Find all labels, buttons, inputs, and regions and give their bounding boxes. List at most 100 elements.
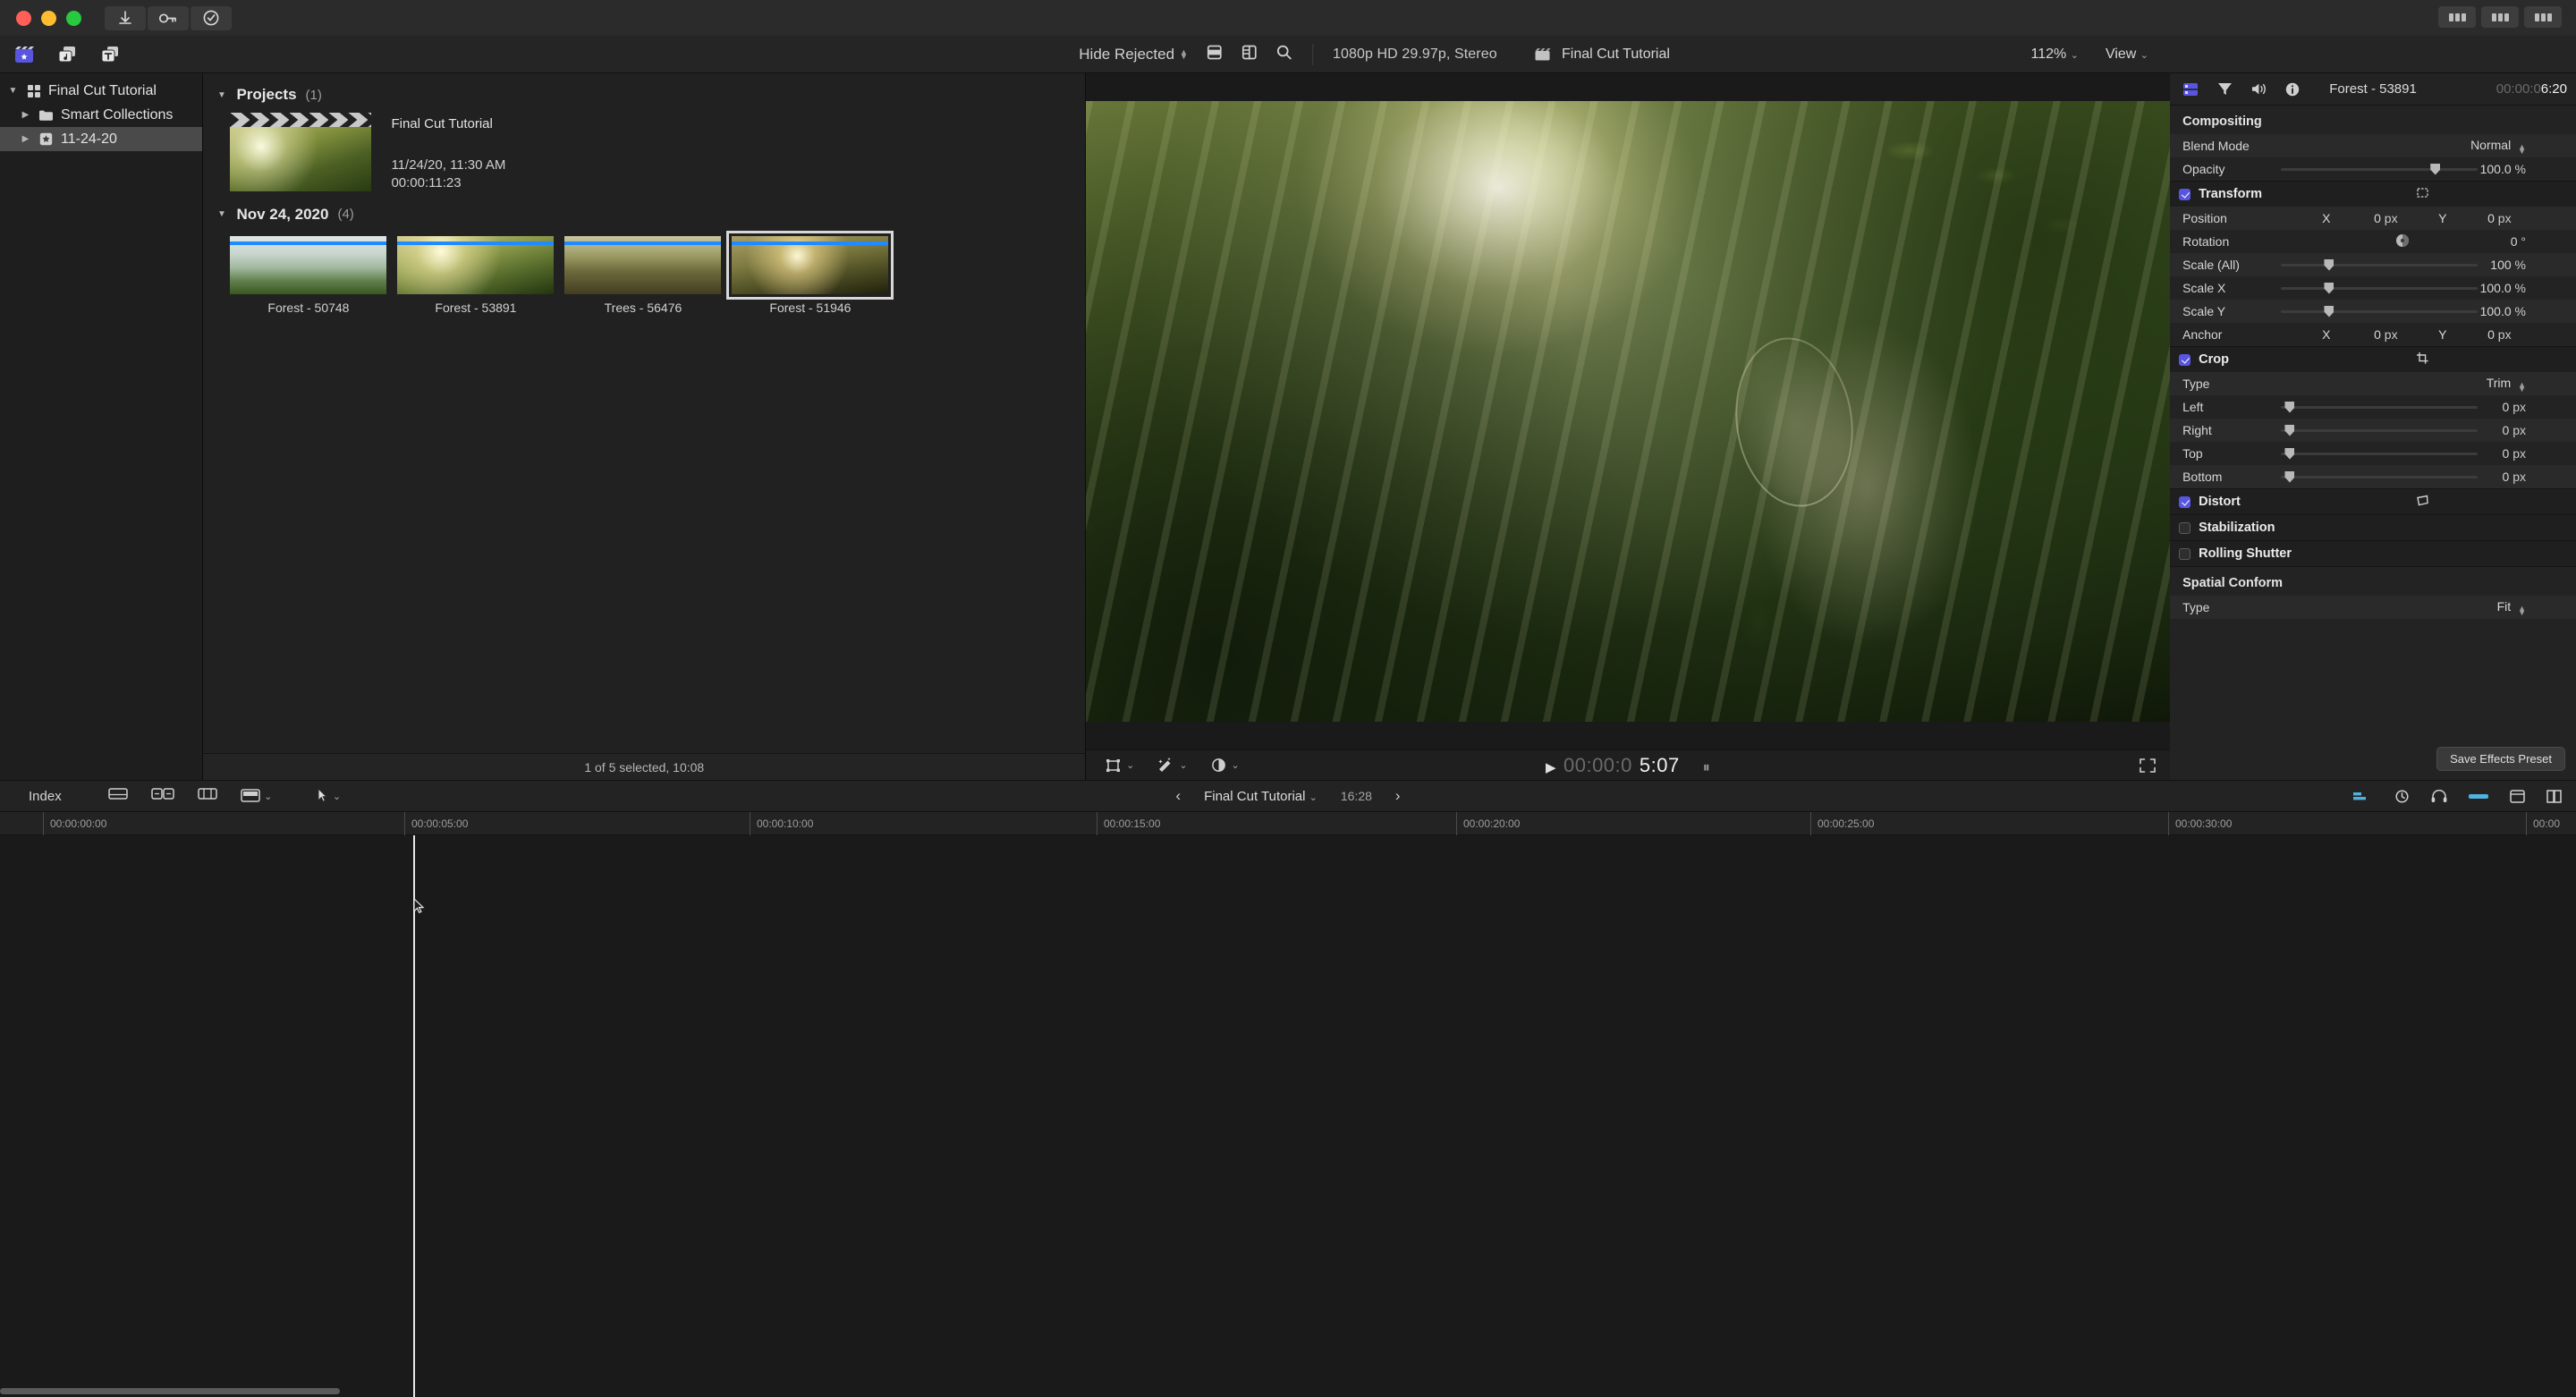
- row-value[interactable]: 100.0 %: [2480, 304, 2526, 318]
- project-thumbnail[interactable]: [230, 113, 372, 191]
- distort-checkbox[interactable]: [2179, 495, 2191, 508]
- opacity-slider[interactable]: [2281, 163, 2478, 175]
- row-crop-right[interactable]: Right 0 px: [2170, 419, 2576, 442]
- position-y-value[interactable]: 0 px: [2487, 211, 2511, 225]
- row-opacity[interactable]: Opacity 100.0 %: [2170, 157, 2576, 181]
- timeline-canvas[interactable]: Forest - 53891 Forest - 51946: [0, 835, 2576, 1397]
- clip-thumbnail[interactable]: [397, 235, 555, 294]
- anchor-x-value[interactable]: 0 px: [2374, 327, 2397, 342]
- timeline-ruler[interactable]: 00:00:00:00 00:00:05:00 00:00:10:00 00:0…: [0, 812, 2576, 835]
- crop-tool-icon[interactable]: [2416, 351, 2429, 368]
- viewer-project-title[interactable]: Final Cut Tutorial: [1534, 47, 1670, 63]
- next-project-button[interactable]: ›: [1395, 787, 1401, 805]
- row-spatial-conform-type[interactable]: Type Fit ▲ ▼: [2170, 596, 2576, 619]
- keyword-editor-button[interactable]: [148, 5, 189, 30]
- audio-inspector-icon[interactable]: [2249, 80, 2268, 98]
- timeline-project-name[interactable]: Final Cut Tutorial ⌄: [1204, 789, 1318, 804]
- row-value[interactable]: 0 px: [2503, 423, 2526, 437]
- row-value[interactable]: 0 px: [2503, 470, 2526, 484]
- row-anchor[interactable]: Anchor X 0 px Y 0 px: [2170, 323, 2576, 346]
- disclosure-triangle-icon[interactable]: [20, 110, 31, 120]
- clip-appearance-popup[interactable]: ⌄: [240, 788, 272, 804]
- disclosure-triangle-icon[interactable]: [216, 90, 227, 100]
- row-scale-y[interactable]: Scale Y 100.0 %: [2170, 300, 2576, 323]
- viewer-effects-button[interactable]: ⌄: [1157, 758, 1188, 773]
- row-crop-top[interactable]: Top 0 px: [2170, 442, 2576, 465]
- crop-top-slider[interactable]: [2281, 447, 2478, 460]
- viewer-color-button[interactable]: ⌄: [1211, 758, 1240, 773]
- headphones-icon[interactable]: [2431, 789, 2447, 803]
- stabilization-checkbox[interactable]: [2179, 521, 2191, 534]
- clip-item[interactable]: Forest - 53891: [397, 235, 555, 315]
- rotation-dial-icon[interactable]: [2395, 233, 2410, 250]
- group-header-transform[interactable]: Transform: [2170, 182, 2576, 207]
- timeline-index-button[interactable]: Index: [0, 789, 62, 804]
- row-scale-x[interactable]: Scale X 100.0 %: [2170, 276, 2576, 300]
- viewer-canvas[interactable]: [1086, 73, 2171, 749]
- playhead[interactable]: [413, 835, 415, 1397]
- filmstrip-view-button[interactable]: [1206, 44, 1223, 65]
- group-header-distort[interactable]: Distort: [2170, 489, 2576, 514]
- disclosure-triangle-icon[interactable]: [7, 86, 19, 96]
- row-position[interactable]: Position X 0 px Y 0 px: [2170, 207, 2576, 230]
- viewer-timecode[interactable]: ▶ 00:00:0 5:07 ⏸: [1546, 754, 1710, 777]
- crop-left-slider[interactable]: [2281, 401, 2478, 413]
- row-value[interactable]: Trim ▲ ▼: [2487, 376, 2526, 394]
- sidebar-item-11-24-20[interactable]: 11-24-20: [0, 127, 203, 151]
- video-inspector-icon[interactable]: [2181, 80, 2200, 98]
- project-list-item[interactable]: Final Cut Tutorial 11/24/20, 11:30 AM 00…: [203, 104, 1085, 193]
- browser-section-projects[interactable]: Projects (1): [203, 73, 1085, 104]
- browser-section-date[interactable]: Nov 24, 2020 (4): [203, 193, 1085, 224]
- row-value[interactable]: 100 %: [2490, 258, 2526, 272]
- retime-icon[interactable]: [2394, 789, 2410, 803]
- anchor-y-value[interactable]: 0 px: [2487, 327, 2511, 342]
- row-crop-type[interactable]: Type Trim ▲ ▼: [2170, 372, 2576, 395]
- row-rotation[interactable]: Rotation 0 °: [2170, 230, 2576, 253]
- sidebar-item-final-cut-tutorial[interactable]: Final Cut Tutorial: [0, 79, 202, 103]
- clip-item-selected[interactable]: Forest - 51946: [726, 230, 894, 315]
- titles-and-generators-icon[interactable]: [98, 44, 122, 65]
- row-value[interactable]: 0 px: [2503, 446, 2526, 461]
- audio-meters-icon[interactable]: [2353, 791, 2373, 802]
- clip-thumbnail[interactable]: [564, 235, 722, 294]
- zoom-window-button[interactable]: [66, 10, 81, 26]
- disclosure-triangle-icon[interactable]: [20, 134, 31, 144]
- row-value[interactable]: 100.0 %: [2480, 281, 2526, 295]
- clip-item[interactable]: Forest - 50748: [230, 235, 387, 315]
- viewer-transform-button[interactable]: ⌄: [1106, 758, 1134, 773]
- scale-x-slider[interactable]: [2281, 282, 2478, 294]
- disclosure-triangle-icon[interactable]: [216, 209, 227, 219]
- position-x-value[interactable]: 0 px: [2374, 211, 2397, 225]
- skimming-icon[interactable]: [150, 786, 174, 806]
- import-media-button[interactable]: [105, 5, 146, 30]
- row-value[interactable]: 100.0 %: [2480, 162, 2526, 176]
- search-icon[interactable]: [1275, 44, 1292, 65]
- viewer-layout-button[interactable]: [2481, 6, 2519, 28]
- info-inspector-icon[interactable]: [2215, 80, 2234, 98]
- zoom-level-popup[interactable]: 112% ⌄: [2031, 47, 2079, 63]
- group-header-crop[interactable]: Crop: [2170, 347, 2576, 372]
- transform-tool-icon[interactable]: [2416, 187, 2429, 202]
- effects-browser-icon[interactable]: [2510, 789, 2525, 803]
- transform-checkbox[interactable]: [2179, 188, 2191, 200]
- sidebar-item-smart-collections[interactable]: Smart Collections: [0, 103, 202, 127]
- row-crop-bottom[interactable]: Bottom 0 px: [2170, 465, 2576, 488]
- list-view-button[interactable]: [1241, 44, 1258, 65]
- browser-layout-button[interactable]: [2438, 6, 2476, 28]
- clip-thumbnail[interactable]: [726, 230, 894, 300]
- distort-tool-icon[interactable]: [2416, 495, 2429, 510]
- photos-and-audio-icon[interactable]: [55, 44, 79, 65]
- snapping-icon[interactable]: [197, 786, 217, 806]
- previous-project-button[interactable]: ‹: [1175, 787, 1181, 805]
- row-value[interactable]: Normal ▲ ▼: [2470, 138, 2526, 156]
- group-header-rolling-shutter[interactable]: Rolling Shutter: [2170, 541, 2576, 566]
- fullscreen-icon[interactable]: [2140, 758, 2156, 773]
- row-value[interactable]: 0 px: [2503, 400, 2526, 414]
- minimize-window-button[interactable]: [41, 10, 56, 26]
- rolling-shutter-checkbox[interactable]: [2179, 547, 2191, 560]
- scale-y-slider[interactable]: [2281, 305, 2478, 318]
- generator-info-icon[interactable]: [2283, 80, 2302, 98]
- audio-level-icon[interactable]: [2469, 792, 2488, 801]
- clip-item[interactable]: Trees - 56476: [564, 235, 722, 315]
- view-menu-button[interactable]: View ⌄: [2106, 47, 2148, 63]
